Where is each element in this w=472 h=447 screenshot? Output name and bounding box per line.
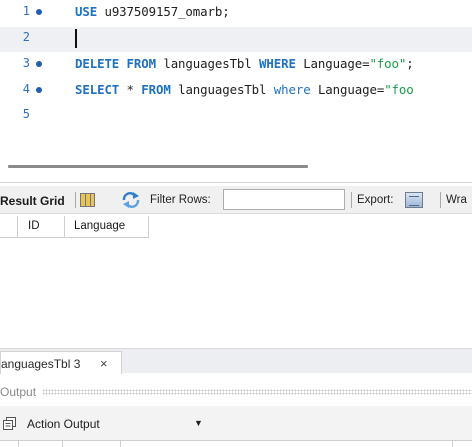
code-text: DELETE FROM languagesTbl WHERE Language=… bbox=[75, 56, 414, 71]
output-view-selected: Action Output bbox=[27, 417, 100, 431]
chevron-down-icon: ▼ bbox=[194, 418, 203, 428]
identifier-text: languagesTbl bbox=[155, 56, 260, 71]
sql-keyword: USE bbox=[75, 4, 98, 19]
toolbar-divider bbox=[440, 192, 441, 208]
identifier-text: u937509157_omarb; bbox=[97, 4, 230, 19]
output-toolbar: Action Output ▼ bbox=[0, 406, 472, 440]
code-text: USE u937509157_omarb; bbox=[75, 4, 230, 19]
panel-grip[interactable] bbox=[42, 389, 472, 395]
result-tab-bar: anguagesTbl 3 × bbox=[0, 348, 472, 374]
line-number: 5 bbox=[22, 107, 30, 121]
output-view-select[interactable]: Action Output ▼ bbox=[22, 414, 210, 434]
editor-line-3[interactable]: 3 DELETE FROM languagesTbl WHERE Languag… bbox=[0, 53, 472, 78]
line-number: 2 bbox=[22, 30, 30, 44]
filter-rows-input[interactable] bbox=[223, 189, 345, 210]
grid-view-icon[interactable] bbox=[80, 193, 95, 207]
column-divider bbox=[452, 441, 453, 447]
close-icon[interactable]: × bbox=[100, 356, 108, 371]
copy-output-icon[interactable] bbox=[3, 417, 16, 430]
sql-keyword: SELECT bbox=[75, 82, 120, 97]
filter-rows-label: Filter Rows: bbox=[150, 194, 211, 206]
toolbar-divider bbox=[75, 192, 76, 208]
row-header-corner[interactable] bbox=[0, 216, 18, 238]
column-header-id[interactable]: ID bbox=[18, 216, 65, 238]
sql-keyword: FROM bbox=[141, 82, 171, 97]
output-grid-header bbox=[0, 440, 472, 447]
string-literal: "foo bbox=[384, 82, 414, 97]
editor-line-5[interactable]: 5 bbox=[0, 104, 472, 129]
tab-languagestbl-3[interactable]: anguagesTbl 3 × bbox=[0, 351, 122, 374]
column-header-language[interactable]: Language bbox=[65, 216, 149, 238]
statement-marker-icon bbox=[36, 61, 42, 67]
sql-keyword: where bbox=[273, 82, 311, 97]
line-number: 1 bbox=[22, 4, 30, 18]
line-number: 4 bbox=[22, 82, 30, 96]
result-toolbar: Result Grid Filter Rows: Export: Wra bbox=[0, 186, 472, 214]
editor-line-4[interactable]: 4 SELECT * FROM languagesTbl where Langu… bbox=[0, 79, 472, 104]
sql-keyword: DELETE FROM bbox=[75, 56, 156, 71]
toolbar-divider bbox=[351, 192, 352, 208]
sql-keyword: WHERE bbox=[259, 56, 296, 71]
identifier-text: Language= bbox=[295, 56, 370, 71]
editor-horizontal-scrollbar[interactable] bbox=[8, 165, 308, 168]
result-grid-tab[interactable]: Result Grid bbox=[0, 194, 65, 208]
output-panel-title: Output bbox=[0, 385, 37, 399]
column-divider bbox=[18, 441, 19, 447]
statement-marker-icon bbox=[36, 87, 42, 93]
statement-marker-icon bbox=[36, 9, 42, 15]
refresh-icon[interactable] bbox=[121, 191, 141, 209]
panel-splitter[interactable] bbox=[0, 182, 472, 183]
output-panel-header: Output bbox=[0, 381, 472, 403]
grid-header-row: ID Language bbox=[0, 216, 149, 238]
editor-line-1[interactable]: 1 USE u937509157_omarb; bbox=[0, 1, 472, 26]
export-label: Export: bbox=[357, 194, 394, 206]
text-cursor bbox=[75, 29, 77, 48]
tab-label: anguagesTbl 3 bbox=[1, 357, 81, 371]
identifier-text: ; bbox=[406, 56, 414, 71]
code-text: SELECT * FROM languagesTbl where Languag… bbox=[75, 82, 414, 97]
editor-line-2[interactable]: 2 bbox=[0, 27, 472, 52]
column-divider bbox=[62, 441, 63, 447]
identifier-text: Language= bbox=[310, 82, 385, 97]
result-grid[interactable]: ID Language bbox=[0, 216, 472, 346]
string-literal: "foo" bbox=[369, 56, 407, 71]
identifier-text: * bbox=[119, 82, 142, 97]
sql-editor[interactable]: 1 USE u937509157_omarb; 2 3 DELETE FROM … bbox=[0, 0, 472, 160]
column-divider bbox=[120, 441, 121, 447]
identifier-text: languagesTbl bbox=[170, 82, 274, 97]
wrap-cell-content-label[interactable]: Wra bbox=[446, 194, 467, 206]
export-icon[interactable] bbox=[405, 192, 423, 208]
line-number: 3 bbox=[22, 56, 30, 70]
